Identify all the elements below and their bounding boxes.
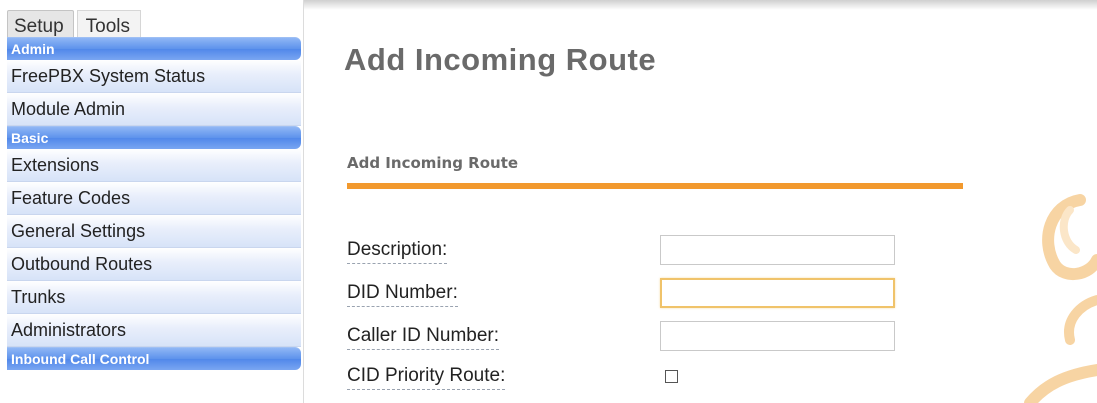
- did-number-label: DID Number:: [347, 280, 458, 307]
- menu-item-feature-codes[interactable]: Feature Codes: [7, 182, 301, 215]
- caller-id-number-label: Caller ID Number:: [347, 323, 500, 350]
- menu-item-general-settings[interactable]: General Settings: [7, 215, 301, 248]
- menu-item-freepbx-system-status[interactable]: FreePBX System Status: [7, 60, 301, 93]
- menu-header-inbound-call-control[interactable]: Inbound Call Control: [7, 347, 301, 370]
- menu-item-extensions[interactable]: Extensions: [7, 149, 301, 182]
- top-shadow: [304, 0, 1097, 10]
- section-heading: Add Incoming Route: [347, 154, 519, 172]
- menu-header-basic[interactable]: Basic: [7, 126, 301, 149]
- cid-priority-route-checkbox[interactable]: [665, 370, 678, 383]
- description-label: Description:: [347, 237, 448, 264]
- caller-id-number-input[interactable]: [660, 321, 895, 351]
- menu-item-module-admin[interactable]: Module Admin: [7, 93, 301, 126]
- page-title: Add Incoming Route: [344, 42, 657, 77]
- menu-item-outbound-routes[interactable]: Outbound Routes: [7, 248, 301, 281]
- sidebar-menu: Admin FreePBX System Status Module Admin…: [7, 37, 301, 370]
- menu-header-admin[interactable]: Admin: [7, 37, 301, 60]
- section-divider: [347, 183, 963, 189]
- menu-item-administrators[interactable]: Administrators: [7, 314, 301, 347]
- did-number-input[interactable]: [660, 278, 895, 308]
- sidebar: Setup Tools Admin FreePBX System Status …: [0, 0, 304, 403]
- description-input[interactable]: [660, 235, 895, 265]
- logo-swirl-icon: [1024, 194, 1097, 403]
- cid-priority-route-label: CID Priority Route:: [347, 363, 506, 390]
- menu-item-trunks[interactable]: Trunks: [7, 281, 301, 314]
